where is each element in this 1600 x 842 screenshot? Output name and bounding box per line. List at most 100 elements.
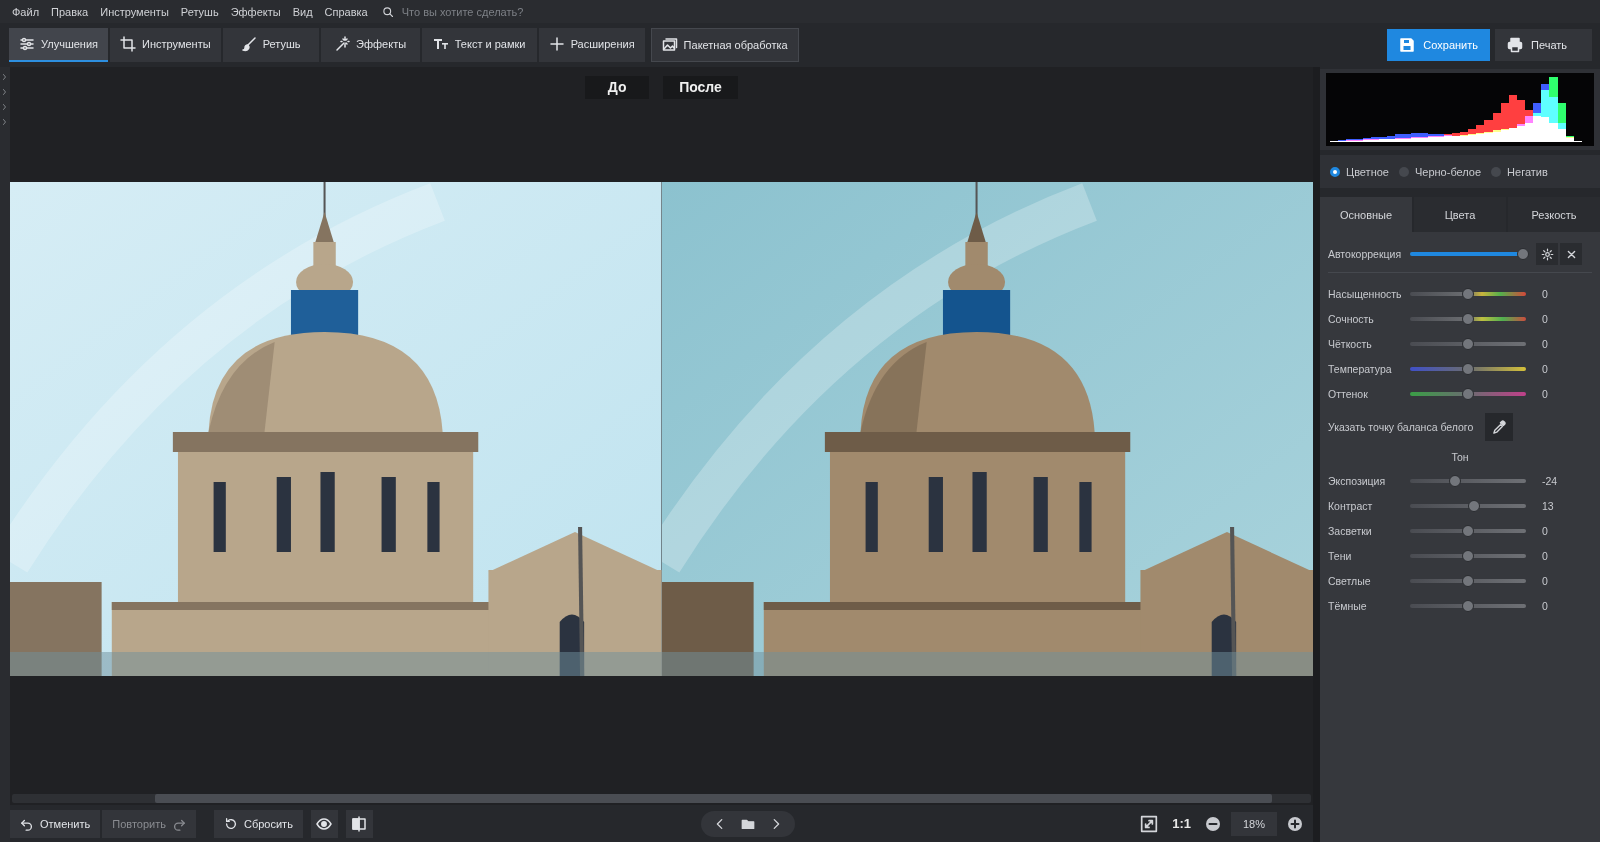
slider-label: Тени (1328, 550, 1410, 562)
autocorrection-off-button[interactable] (1560, 243, 1582, 265)
histogram-box (1320, 69, 1600, 150)
color-mode-option[interactable]: Черно-белое (1399, 166, 1481, 178)
slider-knob[interactable] (1462, 525, 1474, 537)
compare-button[interactable] (346, 810, 373, 838)
expand-chevron-icon[interactable] (1, 103, 9, 111)
slider-knob[interactable] (1462, 288, 1474, 300)
expand-chevron-icon[interactable] (1, 118, 9, 126)
autocorrection-slider[interactable] (1410, 252, 1526, 256)
tool-tab[interactable]: Улучшения (9, 28, 108, 62)
compare-labels: ДоПосле (10, 76, 1313, 99)
color-mode-option[interactable]: Негатив (1491, 166, 1548, 178)
slider-row: Контраст13 (1320, 493, 1600, 518)
slider-track[interactable] (1410, 604, 1526, 608)
menu-item[interactable]: Ретушь (175, 6, 225, 18)
tool-tab[interactable]: Текст и рамки (422, 28, 537, 62)
slider-track[interactable] (1410, 554, 1526, 558)
expand-chevron-icon[interactable] (1, 88, 9, 96)
menu-item[interactable]: Справка (319, 6, 374, 18)
histogram-bar (1330, 141, 1338, 142)
slider-track[interactable] (1410, 529, 1526, 533)
prev-button[interactable] (707, 811, 733, 837)
menu-item[interactable]: Инструменты (94, 6, 175, 18)
tool-tab[interactable]: Эффекты (321, 28, 420, 62)
slider-row: Чёткость0 (1320, 331, 1600, 356)
expand-chevron-icon[interactable] (1, 73, 9, 81)
slider-track[interactable] (1410, 317, 1526, 321)
panel-tab[interactable]: Основные (1320, 197, 1412, 232)
radio-button[interactable] (1491, 167, 1501, 177)
slider-track[interactable] (1410, 504, 1526, 508)
histogram-bar (1411, 133, 1419, 142)
folder-icon (741, 817, 755, 831)
menu-item[interactable]: Эффекты (225, 6, 287, 18)
slider-value: 0 (1542, 388, 1562, 400)
autocorrection-label: Автокоррекция (1328, 248, 1410, 260)
slider-knob[interactable] (1468, 500, 1480, 512)
scroll-thumb[interactable] (155, 794, 1272, 803)
chevron-left-icon (713, 817, 727, 831)
actual-size-button[interactable]: 1:1 (1168, 816, 1195, 831)
histogram-bar (1363, 138, 1371, 142)
panel-tab[interactable]: Резкость (1508, 197, 1600, 232)
slider-knob[interactable] (1462, 575, 1474, 587)
tool-tab[interactable]: Расширения (539, 28, 645, 62)
slider-track[interactable] (1410, 392, 1526, 396)
preview-button[interactable] (311, 810, 338, 838)
next-button[interactable] (763, 811, 789, 837)
tool-tab[interactable]: Пакетная обработка (651, 28, 799, 62)
redo-label: Повторить (112, 818, 166, 830)
color-mode-option[interactable]: Цветное (1330, 166, 1389, 178)
slider-value: 0 (1542, 550, 1562, 562)
slider-knob[interactable] (1462, 313, 1474, 325)
radio-button[interactable] (1399, 167, 1409, 177)
slider-knob[interactable] (1517, 248, 1529, 260)
slider-track[interactable] (1410, 367, 1526, 371)
mode-label: Негатив (1507, 166, 1548, 178)
slider-knob[interactable] (1449, 475, 1461, 487)
save-button[interactable]: Сохранить (1387, 29, 1490, 61)
zoom-in-button[interactable] (1287, 816, 1303, 832)
slider-value: 0 (1542, 525, 1562, 537)
plus-circle-icon (1287, 816, 1303, 832)
autocorrection-settings-button[interactable] (1536, 243, 1558, 265)
open-button[interactable] (735, 811, 761, 837)
slider-track[interactable] (1410, 292, 1526, 296)
redo-button[interactable]: Повторить (102, 810, 196, 838)
menu-item[interactable]: Вид (287, 6, 319, 18)
slider-knob[interactable] (1462, 363, 1474, 375)
undo-button[interactable]: Отменить (10, 810, 100, 838)
slider-track[interactable] (1410, 342, 1526, 346)
workspace: ДоПосле Отменить Повторить Сбросить 1:1 18% Цв… (0, 67, 1600, 842)
slider-row: Засветки0 (1320, 518, 1600, 543)
zoom-out-button[interactable] (1205, 816, 1221, 832)
slider-knob[interactable] (1462, 388, 1474, 400)
mode-label: Цветное (1346, 166, 1389, 178)
undo-icon (20, 817, 34, 831)
menu-item[interactable]: Правка (45, 6, 94, 18)
adjustments-panel: Цветное Черно-белое Негатив ОсновныеЦветаРе… (1320, 67, 1600, 842)
toolbar: УлучшенияИнструментыРетушьЭффектыТекст и… (0, 23, 1600, 67)
search-input[interactable] (400, 5, 624, 19)
zoom-value[interactable]: 18% (1231, 812, 1277, 836)
tool-tab[interactable]: Ретушь (223, 28, 319, 62)
history-controls: Отменить Повторить (10, 810, 196, 838)
tool-tab[interactable]: Инструменты (110, 28, 221, 62)
slider-track[interactable] (1410, 479, 1526, 483)
slider-knob[interactable] (1462, 600, 1474, 612)
eyedropper-button[interactable] (1485, 413, 1513, 441)
slider-track[interactable] (1410, 579, 1526, 583)
reset-button[interactable]: Сбросить (214, 810, 303, 838)
slider-knob[interactable] (1462, 550, 1474, 562)
histogram-bar (1574, 141, 1582, 142)
radio-button[interactable] (1330, 167, 1340, 177)
print-button[interactable]: Печать (1495, 29, 1592, 61)
slider-label: Сочность (1328, 313, 1410, 325)
white-balance-row: Указать точку баланса белого (1320, 410, 1600, 444)
panel-tab[interactable]: Цвета (1414, 197, 1506, 232)
view-controls: Сбросить (214, 810, 373, 838)
fit-button[interactable] (1140, 815, 1158, 833)
slider-knob[interactable] (1462, 338, 1474, 350)
left-strip (0, 67, 10, 842)
menu-item[interactable]: Файл (6, 6, 45, 18)
